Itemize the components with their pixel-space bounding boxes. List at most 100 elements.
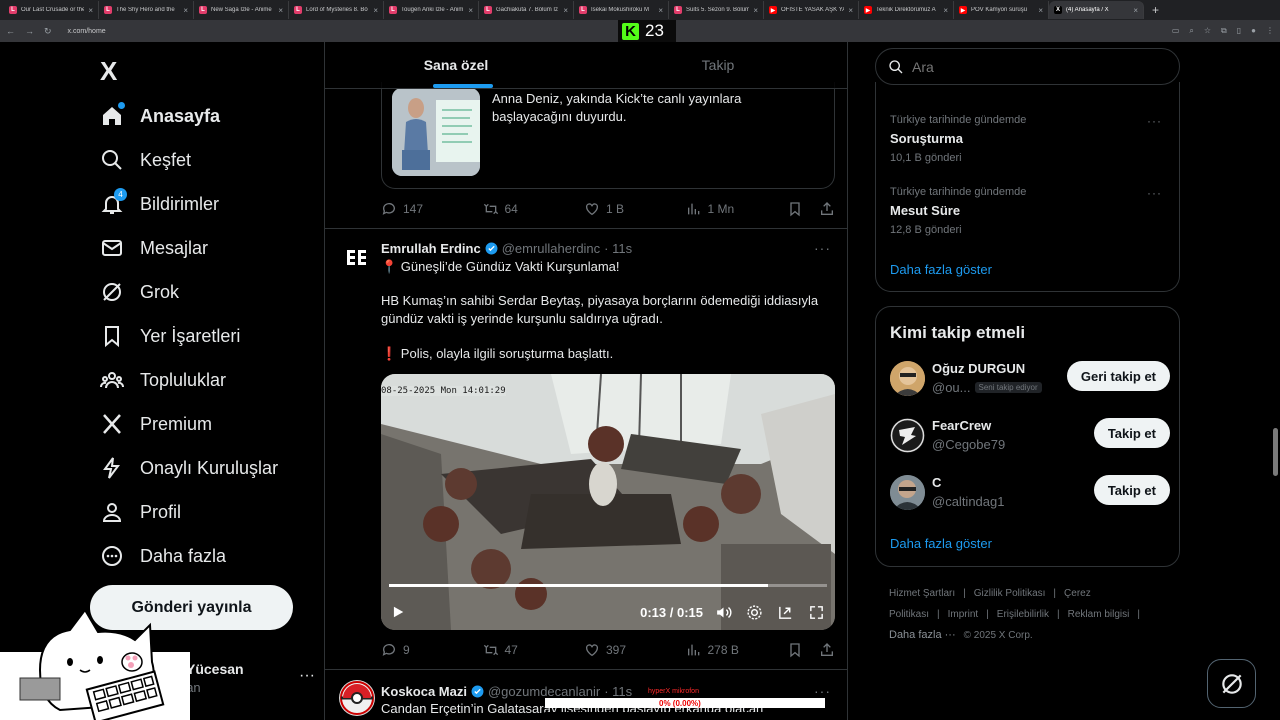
tab-close-icon[interactable]: × [753, 6, 758, 15]
author-name[interactable]: Emrullah Erdinc [381, 241, 481, 256]
tab-close-icon[interactable]: × [278, 6, 283, 15]
repost-button[interactable]: 47 [483, 642, 585, 658]
browser-tab[interactable]: L Gachiakuta 7. Bölüm İz × [479, 1, 574, 19]
video-player[interactable]: 08-25-2025 Mon 14:01:29 0:13 / 0:15 [381, 374, 835, 630]
bookmark-icon[interactable] [787, 201, 803, 217]
tab-close-icon[interactable]: × [183, 6, 188, 15]
nav-item-search[interactable]: Keşfet [90, 138, 191, 182]
cast-icon[interactable]: ▭ [1172, 26, 1180, 36]
star-icon[interactable]: ☆ [1204, 26, 1211, 36]
trend-item[interactable]: Türkiye tarihinde gündemde Soruşturma 10… [890, 114, 1170, 164]
follow-button[interactable]: Takip et [1093, 418, 1170, 448]
video-progress-bar[interactable] [389, 584, 827, 587]
nav-item-bookmark[interactable]: Yer İşaretleri [90, 314, 240, 358]
tab-close-icon[interactable]: × [373, 6, 378, 15]
browser-tab[interactable]: L Tougen Anki İzle - Anim × [384, 1, 479, 19]
browser-tab[interactable]: ▶ POV Kamyon sürüşü × [954, 1, 1049, 19]
footer-link[interactable]: Imprint [948, 609, 979, 620]
pip-icon[interactable] [777, 604, 794, 621]
nav-item-communities[interactable]: Topluluklar [90, 358, 226, 402]
avatar[interactable] [890, 418, 925, 453]
footer-link[interactable]: Erişilebilirlik [997, 609, 1049, 620]
post-more-icon[interactable]: ··· [814, 240, 831, 256]
reload-icon[interactable]: ↻ [44, 26, 52, 37]
follow-suggestion[interactable]: C @caltindag1 Takip et [890, 473, 1170, 513]
browser-tab[interactable]: L The Shy Hero and the × [99, 1, 194, 19]
nav-item-bell[interactable]: 4 Bildirimler [90, 182, 219, 226]
author-handle[interactable]: @emrullaherdinc [502, 241, 600, 256]
search-input[interactable] [912, 58, 1152, 75]
footer-link[interactable]: Gizlilik Politikası [974, 588, 1046, 599]
browser-tab[interactable]: L New Saga İzle - Anime × [194, 1, 289, 19]
back-icon[interactable]: ← [6, 26, 15, 36]
tab-following[interactable]: Takip [587, 42, 847, 88]
nav-item-lightning[interactable]: Onaylı Kuruluşlar [90, 446, 278, 490]
new-tab-icon[interactable]: + [1152, 3, 1159, 17]
forward-icon[interactable]: → [25, 26, 34, 36]
nav-item-mail[interactable]: Mesajlar [90, 226, 208, 270]
trend-more-icon[interactable]: ··· [1147, 186, 1162, 200]
browser-tab[interactable]: L Suits 5. Sezon 9. Bölüm × [669, 1, 764, 19]
search-box[interactable] [875, 48, 1180, 85]
split-icon[interactable]: ▯ [1237, 26, 1241, 36]
repost-button[interactable]: 64 [483, 201, 585, 217]
account-more-icon[interactable]: ··· [299, 667, 315, 685]
link-card[interactable]: Anna Deniz, yakında Kick’te canlı yayınl… [381, 82, 835, 189]
tab-for-you[interactable]: Sana özel [325, 42, 587, 88]
show-more-suggestions-link[interactable]: Daha fazla göster [890, 536, 992, 551]
like-button[interactable]: 397 [584, 642, 686, 658]
follow-button[interactable]: Takip et [1093, 475, 1170, 505]
browser-tab[interactable]: L Lord of Mysteries 8. Bö × [289, 1, 384, 19]
author-name[interactable]: Koskoca Mazi [381, 684, 467, 699]
footer-link[interactable]: Hizmet Şartları [889, 588, 955, 599]
browser-tab[interactable]: ▶ Teknik Direktörümüz A × [859, 1, 954, 19]
nav-item-profile[interactable]: Profil [90, 490, 181, 534]
tab-close-icon[interactable]: × [88, 6, 93, 15]
tab-close-icon[interactable]: × [1038, 6, 1043, 15]
play-icon[interactable] [391, 605, 405, 619]
reply-button[interactable]: 9 [381, 642, 483, 658]
browser-tab[interactable]: ▶ OFİSTE YASAK AŞK YA × [764, 1, 859, 19]
tab-close-icon[interactable]: × [658, 6, 663, 15]
tab-close-icon[interactable]: × [848, 6, 853, 15]
avatar[interactable] [890, 475, 925, 510]
grok-floating-button[interactable] [1207, 659, 1256, 708]
avatar[interactable] [890, 361, 925, 396]
settings-gear-icon[interactable] [746, 604, 763, 621]
extensions-icon[interactable]: ⧉ [1221, 26, 1227, 36]
tab-close-icon[interactable]: × [943, 6, 948, 15]
avatar[interactable] [339, 680, 375, 716]
address-bar[interactable]: x.com/home [68, 28, 106, 35]
views-button[interactable]: 1 Mn [686, 201, 788, 217]
trend-more-icon[interactable]: ··· [1147, 114, 1162, 128]
browser-tab[interactable]: L Our Last Crusade or the × [4, 1, 99, 19]
views-button[interactable]: 278 B [686, 642, 788, 658]
avatar[interactable] [339, 240, 375, 276]
fullscreen-icon[interactable] [808, 604, 825, 621]
volume-icon[interactable] [715, 604, 732, 621]
follow-suggestion[interactable]: FearCrew @Cegobe79 Takip et [890, 416, 1170, 456]
follow-suggestion[interactable]: Oğuz DURGUN @ou... Seni takip ediyor Geri… [890, 359, 1170, 399]
share-icon[interactable] [819, 642, 835, 658]
nav-item-x-premium[interactable]: Premium [90, 402, 212, 446]
page-scrollbar[interactable] [1273, 428, 1278, 476]
footer-more-link[interactable]: Daha fazla ··· [889, 629, 956, 641]
trend-item[interactable]: Türkiye tarihinde gündemde Mesut Süre 12… [890, 186, 1170, 236]
show-more-trends-link[interactable]: Daha fazla göster [890, 262, 992, 277]
profile-dot-icon[interactable]: ● [1251, 26, 1256, 36]
browser-tab[interactable]: L Isekai Mokushiroku M × [574, 1, 669, 19]
tab-close-icon[interactable]: × [468, 6, 473, 15]
reply-button[interactable]: 147 [381, 201, 483, 217]
x-logo-icon[interactable]: X [100, 56, 117, 87]
footer-link[interactable]: Reklam bilgisi [1068, 609, 1130, 620]
post-time[interactable]: · 11s [604, 241, 632, 256]
zoom-icon[interactable]: ⌕ [1189, 26, 1193, 36]
bookmark-icon[interactable] [787, 642, 803, 658]
tab-close-icon[interactable]: × [563, 6, 568, 15]
nav-item-grok[interactable]: Grok [90, 270, 179, 314]
tab-close-icon[interactable]: × [1133, 6, 1138, 15]
follow-back-button[interactable]: Geri takip et [1066, 361, 1170, 391]
like-button[interactable]: 1 B [584, 201, 686, 217]
browser-tab[interactable]: X (4) Anasayfa / X × [1049, 1, 1144, 19]
nav-item-home[interactable]: Anasayfa [90, 94, 220, 138]
